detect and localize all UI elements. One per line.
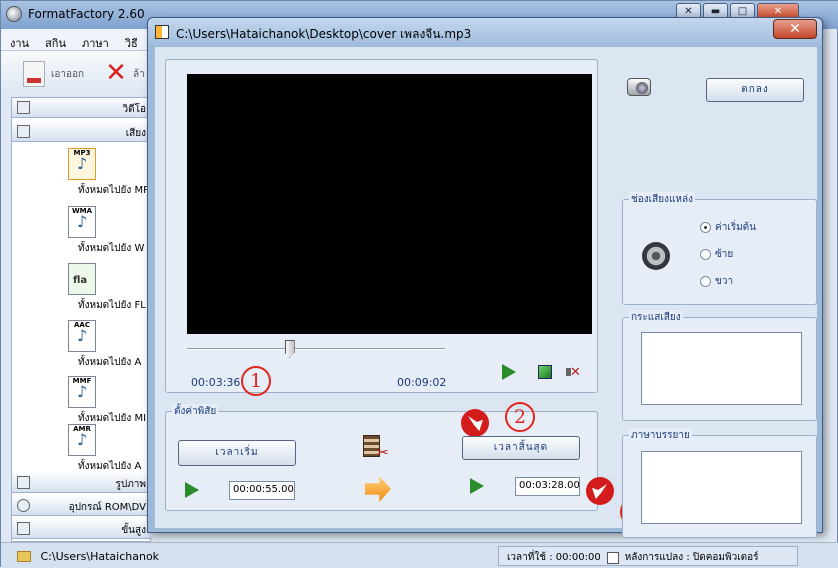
stop-icon[interactable]	[538, 365, 552, 379]
play-from-start-icon[interactable]	[185, 482, 199, 498]
source-channel-panel: ช่องเสียงแหล่ง ค่าเริ่มต้น ซ้าย ขวา	[622, 192, 817, 305]
range-settings-panel: ตั้งค่าพิสัย เวลาเริ่ม ✂ 2 เวลาสิ้นสุด 0…	[165, 402, 598, 511]
delete-label: ล้า	[133, 68, 145, 80]
remove-icon	[23, 61, 45, 87]
mp3-file-icon: MP3 ♪	[68, 148, 96, 180]
category-rom[interactable]: อุปกรณ์ ROM\DV	[12, 496, 152, 516]
video-category-icon	[17, 101, 30, 114]
seek-slider-track[interactable]	[187, 348, 445, 350]
list-item-label: ทั้งหมดไปยัง W	[78, 243, 145, 254]
annotation-number-1: 1	[241, 366, 271, 396]
main-window-title: FormatFactory 2.60	[28, 7, 145, 21]
category-picture[interactable]: รูปภาพ	[12, 473, 152, 493]
sidebar: วิดีโอ เสียง MP3 ♪ ทั้งหมดไปยัง MP WMA ♪ ท…	[11, 97, 152, 542]
preview-panel: 00:03:36 1 00:09:02 ✕	[165, 59, 598, 396]
menu-item-language[interactable]: ภาษา	[82, 34, 109, 50]
annotation-number-2: 2	[505, 402, 535, 432]
subtitle-panel: ภาษาบรรยาย	[622, 428, 817, 538]
status-bar: C:\Users\Hataichanok เวลาที่ใช้ : 00:00:…	[1, 542, 838, 568]
delete-button[interactable]: ✕ ล้า	[105, 58, 145, 88]
play-icon[interactable]	[502, 364, 516, 380]
wma-file-icon: WMA ♪	[68, 206, 96, 238]
dialog-titlebar: C:\Users\Hataichanok\Desktop\cover เพลงจ…	[148, 18, 822, 46]
radio-button[interactable]	[700, 222, 711, 233]
film-cut-icon: ✂	[363, 435, 389, 461]
toolbar: เอาออก ✕ ล้า	[1, 51, 151, 97]
list-item[interactable]: fla ทั้งหมดไปยัง FL	[12, 263, 152, 313]
video-preview	[187, 74, 592, 334]
list-item-label: ทั้งหมดไปยัง A	[78, 357, 142, 368]
folder-icon[interactable]	[17, 550, 31, 562]
arrow-right-icon	[365, 476, 391, 502]
output-path: C:\Users\Hataichanok	[40, 549, 160, 563]
status-info: เวลาที่ใช้ : 00:00:00 หลังการแปลง : ปิดค…	[498, 546, 798, 566]
annotation-arrow-icon	[461, 409, 489, 437]
source-channel-legend: ช่องเสียงแหล่ง	[629, 192, 695, 207]
range-settings-legend: ตั้งค่าพิสัย	[172, 404, 219, 419]
delete-icon: ✕	[105, 58, 127, 88]
audio-stream-legend: กระแสเสียง	[629, 310, 683, 325]
seek-slider-thumb[interactable]	[284, 340, 295, 358]
list-item[interactable]: MP3 ♪ ทั้งหมดไปยัง MP	[12, 148, 152, 198]
mute-icon[interactable]: ✕	[566, 365, 581, 380]
list-item-label: ทั้งหมดไปยัง A	[78, 461, 142, 472]
remove-label: เอาออก	[51, 68, 85, 80]
current-time: 00:03:36	[191, 376, 241, 389]
list-item[interactable]: MMF ♪ ทั้งหมดไปยัง MI	[12, 376, 152, 426]
list-item[interactable]: AAC ♪ ทั้งหมดไปยัง A	[12, 320, 152, 370]
subtitle-list[interactable]	[641, 451, 802, 524]
clip-settings-dialog: C:\Users\Hataichanok\Desktop\cover เพลงจ…	[147, 17, 823, 538]
annotation-arrow-icon	[586, 477, 614, 505]
picture-category-icon	[17, 476, 30, 489]
start-time-field[interactable]: 00:00:55.00	[229, 481, 295, 500]
category-advanced[interactable]: ขั้นสูง	[12, 519, 152, 539]
list-item[interactable]: WMA ♪ ทั้งหมดไปยัง W	[12, 206, 152, 256]
speaker-icon	[642, 242, 670, 270]
category-audio[interactable]: เสียง	[12, 122, 152, 142]
remove-button[interactable]: เอาออก	[23, 61, 84, 87]
dialog-app-icon	[155, 25, 169, 39]
menu-bar: งาน สกิน ภาษา วิธี	[1, 29, 151, 51]
after-convert-label: หลังการแปลง : ปิดคอมพิวเตอร์	[624, 552, 759, 563]
channel-option-right[interactable]: ขวา	[700, 274, 733, 289]
dialog-close-button[interactable]: ✕	[773, 19, 817, 39]
mmf-file-icon: MMF ♪	[68, 376, 96, 408]
shutdown-checkbox[interactable]	[606, 551, 619, 564]
subtitle-legend: ภาษาบรรยาย	[629, 428, 692, 443]
radio-button[interactable]	[700, 249, 711, 260]
ok-button[interactable]: ตกลง	[706, 78, 804, 102]
radio-button[interactable]	[700, 276, 711, 287]
dialog-body: 00:03:36 1 00:09:02 ✕ ตั้งค่าพิสัย เวลาเ…	[155, 47, 817, 538]
music-note-icon	[17, 125, 30, 138]
menu-item-skin[interactable]: สกิน	[45, 34, 66, 50]
channel-option-default[interactable]: ค่าเริ่มต้น	[700, 220, 756, 235]
category-video[interactable]: วิดีโอ	[12, 98, 152, 118]
audio-stream-panel: กระแสเสียง	[622, 310, 817, 421]
end-time-field[interactable]: 00:03:28.00	[515, 477, 580, 496]
dialog-title: C:\Users\Hataichanok\Desktop\cover เพลงจ…	[176, 27, 472, 41]
set-end-time-button[interactable]: เวลาสิ้นสุด	[462, 436, 580, 460]
app-icon	[6, 6, 22, 22]
list-item-label: ทั้งหมดไปยัง MP	[78, 185, 150, 196]
menu-item-help[interactable]: วิธี	[125, 34, 138, 50]
flac-file-icon: fla	[68, 263, 96, 295]
list-item-label: ทั้งหมดไปยัง FL	[78, 300, 146, 311]
elapsed-time: เวลาที่ใช้ : 00:00:00	[507, 552, 601, 563]
list-item[interactable]: AMR ♪ ทั้งหมดไปยัง A	[12, 424, 152, 474]
total-time: 00:09:02	[397, 376, 447, 389]
disc-icon	[17, 499, 30, 512]
amr-file-icon: AMR ♪	[68, 424, 96, 456]
play-to-end-icon[interactable]	[470, 478, 484, 494]
aac-file-icon: AAC ♪	[68, 320, 96, 352]
advanced-category-icon	[17, 522, 30, 535]
menu-item-task[interactable]: งาน	[10, 34, 29, 50]
camera-icon[interactable]	[625, 73, 655, 99]
channel-option-left[interactable]: ซ้าย	[700, 247, 733, 262]
audio-stream-list[interactable]	[641, 332, 802, 405]
set-start-time-button[interactable]: เวลาเริ่ม	[178, 440, 296, 466]
